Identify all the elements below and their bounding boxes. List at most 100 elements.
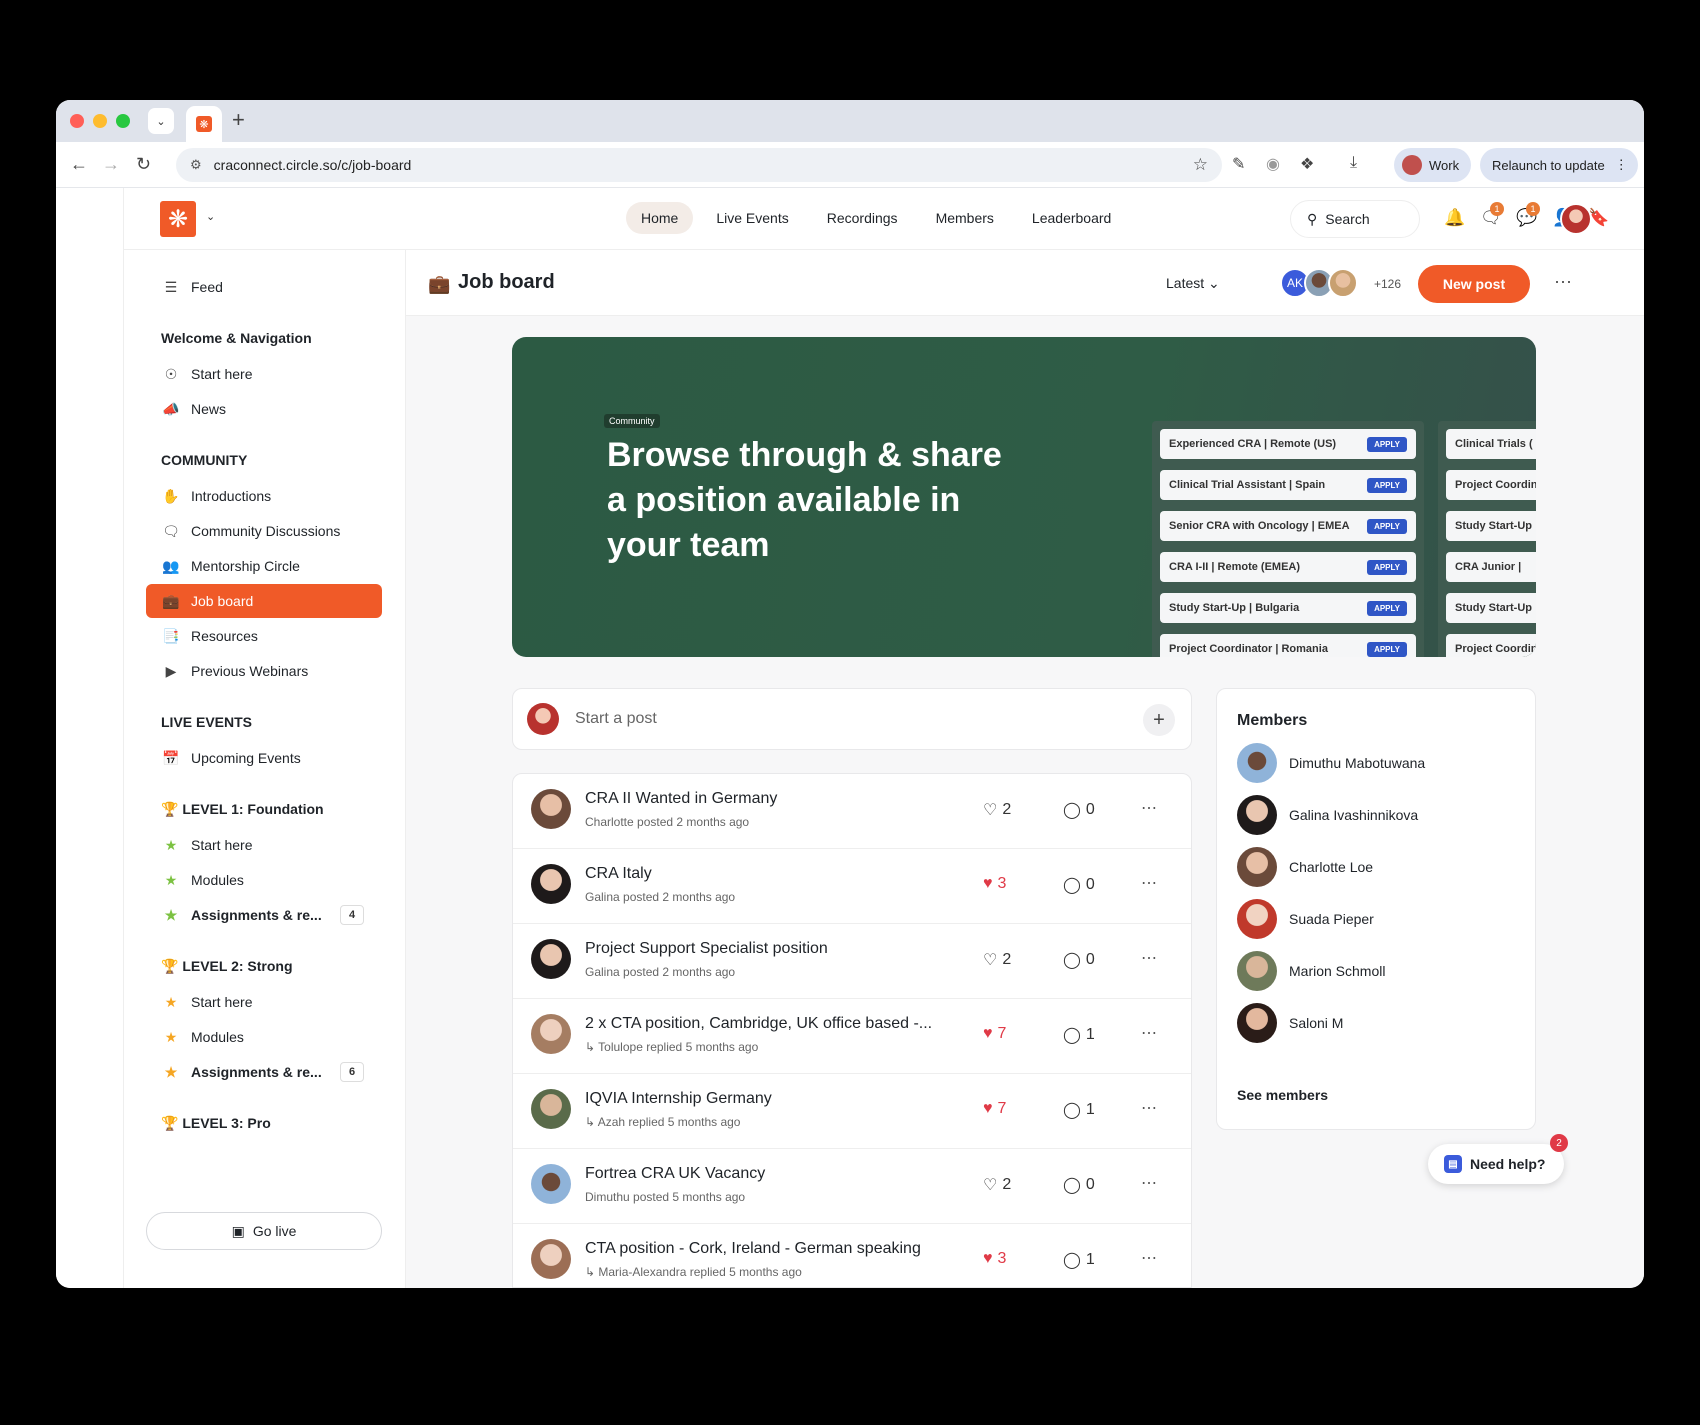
notifications-bell-icon[interactable]: 🔔 [1444, 208, 1465, 228]
sidebar-section-level1[interactable]: 🏆 LEVEL 1: Foundation [161, 801, 324, 818]
sort-dropdown[interactable]: Latest ⌄ [1166, 275, 1220, 292]
download-icon[interactable]: ⤓ [1350, 154, 1357, 172]
close-window-button[interactable] [70, 114, 84, 128]
like-button[interactable]: ♥ 7 [983, 1025, 1006, 1043]
post-more-icon[interactable]: ⋯ [1141, 1098, 1158, 1118]
sidebar-item-l2-modules[interactable]: ★ Modules [146, 1020, 382, 1054]
sidebar-item-introductions[interactable]: ✋ Introductions [146, 479, 382, 513]
list-item[interactable]: Project Support Specialist position Gali… [513, 924, 1191, 999]
list-item[interactable]: CTA position - Cork, Ireland - German sp… [513, 1224, 1191, 1287]
relaunch-button[interactable]: Relaunch to update ⋮ [1480, 148, 1638, 182]
new-post-button[interactable]: New post [1418, 265, 1530, 303]
minimize-window-button[interactable] [93, 114, 107, 128]
search-button[interactable]: ⚲ Search [1290, 200, 1420, 238]
list-item[interactable]: CRA II Wanted in Germany Charlotte poste… [513, 774, 1191, 849]
see-members-link[interactable]: See members [1237, 1087, 1328, 1103]
extensions-puzzle-icon[interactable]: ❖ [1300, 154, 1314, 174]
post-title[interactable]: CRA Italy [585, 865, 652, 883]
community-logo-icon[interactable]: ❋ [160, 201, 196, 237]
sidebar-item-job-board[interactable]: 💼 Job board [146, 584, 382, 618]
post-more-icon[interactable]: ⋯ [1141, 948, 1158, 968]
sidebar-item-upcoming-events[interactable]: 📅 Upcoming Events [146, 741, 382, 775]
member-item[interactable]: Galina Ivashinnikova [1237, 795, 1418, 835]
post-more-icon[interactable]: ⋯ [1141, 873, 1158, 893]
sidebar-section-level2[interactable]: 🏆 LEVEL 2: Strong [161, 958, 293, 975]
eyedropper-extension-icon[interactable]: ✎ [1232, 154, 1245, 174]
member-count[interactable]: +126 [1374, 277, 1401, 291]
like-button[interactable]: ♥ 3 [983, 875, 1006, 893]
add-post-plus-icon[interactable]: + [1143, 704, 1175, 736]
comment-button[interactable]: ◯ 1 [1063, 1025, 1095, 1045]
like-button[interactable]: ♡ 2 [983, 950, 1011, 970]
forward-arrow-icon[interactable]: → [102, 154, 120, 175]
post-more-icon[interactable]: ⋯ [1141, 1023, 1158, 1043]
post-title[interactable]: Project Support Specialist position [585, 940, 828, 958]
member-item[interactable]: Dimuthu Mabotuwana [1237, 743, 1425, 783]
post-title[interactable]: IQVIA Internship Germany [585, 1090, 772, 1108]
sidebar-item-start-here[interactable]: ☉ Start here [146, 357, 382, 391]
more-options-icon[interactable]: ⋯ [1554, 272, 1573, 293]
back-arrow-icon[interactable]: ← [70, 154, 88, 175]
post-more-icon[interactable]: ⋯ [1141, 798, 1158, 818]
list-item[interactable]: CRA Italy Galina posted 2 months ago ♥ 3 … [513, 849, 1191, 924]
maximize-window-button[interactable] [116, 114, 130, 128]
list-item[interactable]: 2 x CTA position, Cambridge, UK office b… [513, 999, 1191, 1074]
kebab-menu-icon[interactable]: ⋮ [1615, 157, 1628, 173]
like-button[interactable]: ♡ 2 [983, 1175, 1011, 1195]
member-item[interactable]: Marion Schmoll [1237, 951, 1385, 991]
profile-chip[interactable]: Work [1394, 148, 1472, 182]
list-item[interactable]: Fortrea CRA UK Vacancy Dimuthu posted 5 … [513, 1149, 1191, 1224]
sidebar-item-l1-assignments[interactable]: ★ Assignments & re... 4 [146, 898, 382, 932]
site-settings-icon[interactable]: ⚙ [190, 157, 202, 173]
like-button[interactable]: ♥ 7 [983, 1100, 1006, 1118]
sidebar-item-l2-assignments[interactable]: ★ Assignments & re... 6 [146, 1055, 382, 1089]
bookmark-star-icon[interactable]: ☆ [1193, 155, 1208, 175]
url-text[interactable]: craconnect.circle.so/c/job-board [214, 157, 1193, 173]
member-item[interactable]: Saloni M [1237, 1003, 1343, 1043]
nav-leaderboard[interactable]: Leaderboard [1017, 202, 1126, 234]
post-title[interactable]: CTA position - Cork, Ireland - German sp… [585, 1240, 921, 1258]
post-title[interactable]: CRA II Wanted in Germany [585, 790, 777, 808]
post-more-icon[interactable]: ⋯ [1141, 1248, 1158, 1268]
member-avatar-stack[interactable]: AK [1280, 268, 1358, 298]
post-more-icon[interactable]: ⋯ [1141, 1173, 1158, 1193]
reload-icon[interactable]: ↻ [136, 154, 151, 175]
sidebar-section-welcome[interactable]: Welcome & Navigation [161, 330, 312, 346]
start-post-box[interactable]: Start a post + [512, 688, 1192, 750]
tab-search-chevron-icon[interactable]: ⌄ [148, 108, 174, 134]
sidebar-item-previous-webinars[interactable]: ▶ Previous Webinars [146, 654, 382, 688]
member-item[interactable]: Charlotte Loe [1237, 847, 1373, 887]
sidebar-item-feed[interactable]: ☰ Feed [146, 270, 382, 304]
sidebar-item-l2-start-here[interactable]: ★ Start here [146, 985, 382, 1019]
need-help-button[interactable]: ▤ Need help? 2 [1428, 1134, 1568, 1184]
nav-members[interactable]: Members [921, 202, 1009, 234]
nav-home[interactable]: Home [626, 202, 694, 234]
new-tab-button[interactable]: + [232, 108, 245, 132]
sidebar-section-level3[interactable]: 🏆 LEVEL 3: Pro [161, 1115, 271, 1132]
sidebar-item-l1-modules[interactable]: ★ Modules [146, 863, 382, 897]
sidebar-item-resources[interactable]: 📑 Resources [146, 619, 382, 653]
url-omnibox[interactable]: ⚙ craconnect.circle.so/c/job-board ☆ [176, 148, 1222, 182]
list-item[interactable]: IQVIA Internship Germany ↳ Azah replied … [513, 1074, 1191, 1149]
like-button[interactable]: ♡ 2 [983, 800, 1011, 820]
sidebar-item-news[interactable]: 📣 News [146, 392, 382, 426]
browser-tab[interactable]: ❋ [186, 106, 222, 142]
camera-extension-icon[interactable]: ◉ [1266, 154, 1280, 174]
sidebar-item-l1-start-here[interactable]: ★ Start here [146, 828, 382, 862]
post-title[interactable]: Fortrea CRA UK Vacancy [585, 1165, 765, 1183]
sidebar-section-live-events[interactable]: LIVE EVENTS [161, 714, 252, 730]
comment-button[interactable]: ◯ 0 [1063, 800, 1095, 820]
member-item[interactable]: Suada Pieper [1237, 899, 1374, 939]
comment-button[interactable]: ◯ 0 [1063, 950, 1095, 970]
user-avatar[interactable] [1560, 203, 1592, 235]
sidebar-section-community[interactable]: COMMUNITY [161, 452, 247, 468]
community-switcher-chevron-icon[interactable]: ⌄ [206, 210, 215, 223]
nav-recordings[interactable]: Recordings [812, 202, 913, 234]
like-button[interactable]: ♥ 3 [983, 1250, 1006, 1268]
start-post-placeholder[interactable]: Start a post [575, 710, 657, 728]
sidebar-item-mentorship-circle[interactable]: 👥 Mentorship Circle [146, 549, 382, 583]
comment-button[interactable]: ◯ 0 [1063, 1175, 1095, 1195]
nav-live-events[interactable]: Live Events [701, 202, 803, 234]
go-live-button[interactable]: ▣ Go live [146, 1212, 382, 1250]
sidebar-item-community-discussions[interactable]: 🗨 Community Discussions [146, 514, 382, 548]
